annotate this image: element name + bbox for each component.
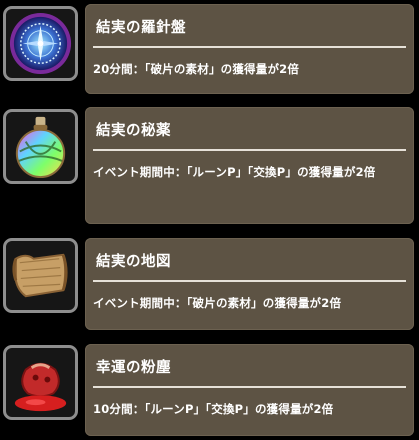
- powder-pouch-icon: [14, 362, 67, 412]
- item-thumbnail[interactable]: [3, 238, 78, 313]
- item-description: イベント期間中：「ルーンP」「交換P」の獲得量が2倍: [93, 165, 376, 179]
- item-name: 結実の地図: [96, 254, 171, 270]
- item-panel: 幸運の粉塵 10分間：「ルーンP」「交換P」の獲得量が2倍: [85, 344, 414, 436]
- item-name: 結実の羅針盤: [96, 20, 186, 36]
- divider: [93, 46, 406, 48]
- item-description: 20分間：「破片の素材」の獲得量が2倍: [93, 62, 300, 76]
- item-panel: 結実の秘薬 イベント期間中：「ルーンP」「交換P」の獲得量が2倍: [85, 107, 414, 224]
- item-description: 10分間：「ルーンP」「交換P」の獲得量が2倍: [93, 402, 334, 416]
- item-thumbnail[interactable]: [3, 345, 78, 420]
- compass-orb-icon: [9, 12, 72, 75]
- item-thumbnail[interactable]: [3, 109, 78, 184]
- item-name: 結実の秘薬: [96, 123, 171, 139]
- divider: [93, 386, 406, 388]
- item-panel: 結実の羅針盤 20分間：「破片の素材」の獲得量が2倍: [85, 4, 414, 94]
- item-thumbnail[interactable]: [3, 6, 78, 81]
- divider: [93, 280, 406, 282]
- map-scroll-icon: [12, 253, 68, 298]
- item-name: 幸運の粉塵: [96, 360, 171, 376]
- item-description: イベント期間中：「破片の素材」の獲得量が2倍: [93, 296, 342, 310]
- item-panel: 結実の地図 イベント期間中：「破片の素材」の獲得量が2倍: [85, 238, 414, 330]
- divider: [93, 149, 406, 151]
- potion-flask-icon: [15, 116, 66, 179]
